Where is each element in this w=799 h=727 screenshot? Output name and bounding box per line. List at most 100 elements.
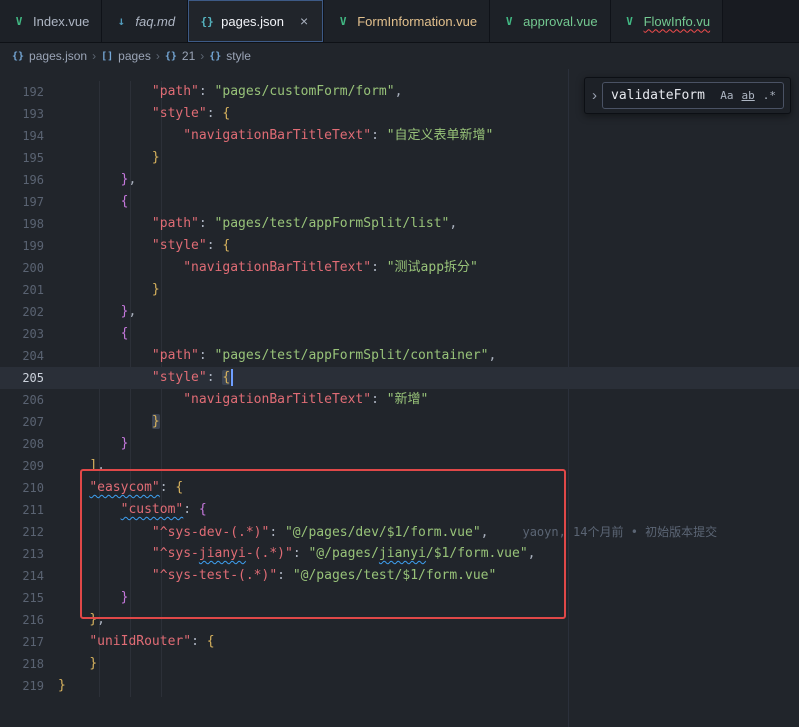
code-content: } — [58, 411, 799, 433]
code-content: "navigationBarTitleText": "测试app拆分" — [58, 257, 799, 279]
token-ws — [58, 194, 121, 209]
code-content: "navigationBarTitleText": "自定义表单新增" — [58, 125, 799, 147]
code-content: "custom": { — [58, 499, 799, 521]
vue-file-icon: V — [12, 15, 26, 28]
code-line-208[interactable]: 208 } — [0, 433, 799, 455]
tab-label: pages.json — [221, 14, 284, 29]
breadcrumb-label: 21 — [182, 49, 195, 63]
code-line-213[interactable]: 213 "^sys-jianyi-(.*)": "@/pages/jianyi/… — [0, 543, 799, 565]
code-line-214[interactable]: 214 "^sys-test-(.*)": "@/pages/test/$1/f… — [0, 565, 799, 587]
line-number: 210 — [0, 481, 58, 495]
editor[interactable]: 192 "path": "pages/customForm/form",193 … — [0, 69, 799, 727]
text-cursor — [231, 369, 233, 386]
token-str: jianyi — [379, 546, 426, 561]
code-content: "style": { — [58, 235, 799, 257]
tab-flowinfo-vu[interactable]: VFlowInfo.vu — [611, 0, 723, 42]
tab-faq-md[interactable]: ↓faq.md — [102, 0, 188, 42]
token-gold: { — [222, 238, 230, 253]
token-gold: { — [175, 480, 183, 495]
code-line-203[interactable]: 203 { — [0, 323, 799, 345]
code-line-202[interactable]: 202 }, — [0, 301, 799, 323]
code-line-199[interactable]: 199 "style": { — [0, 235, 799, 257]
tab-label: FlowInfo.vu — [644, 14, 710, 29]
code-line-215[interactable]: 215 } — [0, 587, 799, 609]
token-punc: : — [199, 216, 215, 231]
code-line-207[interactable]: 207 } — [0, 411, 799, 433]
line-number: 218 — [0, 657, 58, 671]
token-key: "^sys-dev-(.*)" — [152, 525, 269, 540]
find-input[interactable]: validateForm Aa ab .* — [602, 82, 784, 109]
whole-word-button[interactable]: ab — [739, 86, 758, 105]
code-line-212[interactable]: 212 "^sys-dev-(.*)": "@/pages/dev/$1/for… — [0, 521, 799, 543]
code-content: "easycom": { — [58, 477, 799, 499]
token-punc: , — [528, 546, 536, 561]
token-punc: , — [449, 216, 457, 231]
tab-forminformation-vue[interactable]: VFormInformation.vue — [324, 0, 490, 42]
code-line-201[interactable]: 201 } — [0, 279, 799, 301]
token-punc: : — [371, 392, 387, 407]
line-number: 203 — [0, 327, 58, 341]
token-punc: , — [128, 172, 136, 187]
token-ws — [58, 634, 89, 649]
code-line-216[interactable]: 216 }, — [0, 609, 799, 631]
breadcrumb-item-pages-json[interactable]: {}pages.json — [12, 49, 87, 63]
code-line-217[interactable]: 217 "uniIdRouter": { — [0, 631, 799, 653]
code-content: { — [58, 323, 799, 345]
code-line-205[interactable]: 205 "style": { — [0, 367, 799, 389]
tab-pages-json[interactable]: {}pages.json× — [188, 0, 324, 42]
match-case-button[interactable]: Aa — [717, 86, 736, 105]
vue-file-icon: V — [502, 15, 516, 28]
breadcrumb-label: pages — [118, 49, 151, 63]
close-icon[interactable]: × — [297, 13, 311, 29]
code-line-196[interactable]: 196 }, — [0, 169, 799, 191]
breadcrumb-item-21[interactable]: {}21 — [165, 49, 195, 63]
code-content: "uniIdRouter": { — [58, 631, 799, 653]
code-content: "^sys-test-(.*)": "@/pages/test/$1/form.… — [58, 565, 799, 587]
code-line-206[interactable]: 206 "navigationBarTitleText": "新增" — [0, 389, 799, 411]
token-str: "@/pages/dev/$1/form.vue" — [285, 525, 481, 540]
token-purple: { — [199, 502, 207, 517]
code-line-211[interactable]: 211 "custom": { — [0, 499, 799, 521]
code-line-200[interactable]: 200 "navigationBarTitleText": "测试app拆分" — [0, 257, 799, 279]
find-query[interactable]: validateForm — [611, 88, 715, 103]
code-content: ], — [58, 455, 799, 477]
code-line-198[interactable]: 198 "path": "pages/test/appFormSplit/lis… — [0, 213, 799, 235]
code-line-195[interactable]: 195 } — [0, 147, 799, 169]
token-ws — [58, 172, 121, 187]
token-gold: ] — [89, 458, 97, 473]
tab-label: FormInformation.vue — [357, 14, 477, 29]
breadcrumb-item-pages[interactable]: [] pages — [101, 49, 151, 63]
token-ws — [58, 480, 89, 495]
token-ws — [58, 414, 152, 429]
code-line-197[interactable]: 197 { — [0, 191, 799, 213]
line-number: 206 — [0, 393, 58, 407]
find-toggle-chevron-icon[interactable]: › — [587, 87, 602, 104]
code-line-194[interactable]: 194 "navigationBarTitleText": "自定义表单新增" — [0, 125, 799, 147]
tab-index-vue[interactable]: VIndex.vue — [0, 0, 102, 42]
code-line-204[interactable]: 204 "path": "pages/test/appFormSplit/con… — [0, 345, 799, 367]
regex-button[interactable]: .* — [760, 86, 779, 105]
code-line-219[interactable]: 219} — [0, 675, 799, 697]
token-purple: { — [121, 326, 129, 341]
line-number: 214 — [0, 569, 58, 583]
breadcrumb-item-style[interactable]: {}style — [209, 49, 251, 63]
code-content: } — [58, 433, 799, 455]
token-gold: } — [152, 150, 160, 165]
code-line-210[interactable]: 210 "easycom": { — [0, 477, 799, 499]
line-number: 215 — [0, 591, 58, 605]
token-gold: { — [222, 106, 230, 121]
token-str: "pages/test/appFormSplit/container" — [215, 348, 489, 363]
line-number: 205 — [0, 371, 58, 385]
code-line-218[interactable]: 218 } — [0, 653, 799, 675]
code-line-209[interactable]: 209 ], — [0, 455, 799, 477]
tab-approval-vue[interactable]: Vapproval.vue — [490, 0, 610, 42]
line-number: 211 — [0, 503, 58, 517]
token-ws — [58, 656, 89, 671]
token-punc: : — [371, 260, 387, 275]
token-ws — [58, 150, 152, 165]
token-str: "新增" — [387, 392, 429, 407]
symbol-icon: [] — [101, 51, 113, 62]
code-content: "navigationBarTitleText": "新增" — [58, 389, 799, 411]
code-lines: 192 "path": "pages/customForm/form",193 … — [0, 69, 799, 697]
tab-bar: VIndex.vue↓faq.md{}pages.json×VFormInfor… — [0, 0, 799, 43]
